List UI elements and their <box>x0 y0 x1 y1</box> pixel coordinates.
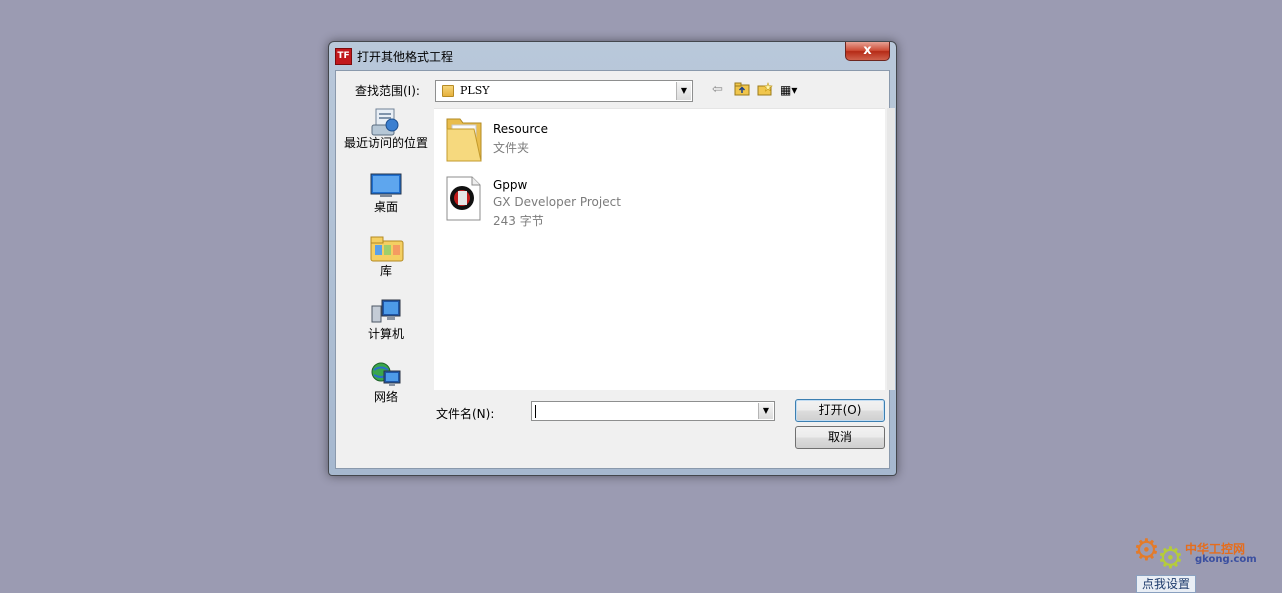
place-computer[interactable]: 计算机 <box>344 298 428 340</box>
close-button[interactable]: x <box>845 42 890 61</box>
filename-label: 文件名(N): <box>436 407 495 421</box>
title-bar[interactable]: TF 打开其他格式工程 x <box>329 42 896 70</box>
text-caret <box>535 405 536 418</box>
file-size: 243 字节 <box>493 214 544 228</box>
look-in-label: 查找范围(I): <box>355 84 420 98</box>
place-network[interactable]: 网络 <box>344 361 428 403</box>
place-libraries[interactable]: 库 <box>344 235 428 277</box>
place-recent[interactable]: 最近访问的位置 <box>344 107 428 149</box>
watermark-domain: gkong.com <box>1195 554 1257 565</box>
folder-icon <box>444 115 488 165</box>
chevron-down-icon[interactable]: ▼ <box>758 403 773 419</box>
look-in-combo[interactable]: PLSY ▼ <box>435 80 693 102</box>
chevron-down-icon[interactable]: ▼ <box>676 82 691 100</box>
watermark-logo: ⚙ ⚙ 中华工控网 gkong.com <box>1127 532 1272 576</box>
cancel-button[interactable]: 取消 <box>795 426 885 449</box>
new-folder-icon[interactable] <box>757 82 773 101</box>
list-item[interactable]: Resource 文件夹 <box>444 115 744 169</box>
scrollbar[interactable] <box>887 108 895 390</box>
gear-icon: ⚙ <box>1133 533 1160 568</box>
place-label: 网络 <box>373 390 398 404</box>
file-type: GX Developer Project <box>493 195 621 209</box>
place-label: 最近访问的位置 <box>344 136 429 150</box>
filename-field[interactable]: ▼ <box>531 401 775 421</box>
place-label: 计算机 <box>367 327 404 341</box>
gx-project-icon <box>444 171 488 221</box>
place-label: 库 <box>379 264 392 278</box>
open-dialog: TF 打开其他格式工程 x 查找范围(I): PLSY ▼ ⇦ ▦▾ 最近访问的… <box>328 41 897 476</box>
place-desktop[interactable]: 桌面 <box>344 171 428 213</box>
settings-tip[interactable]: 点我设置 <box>1136 575 1196 593</box>
recent-places-icon <box>370 107 402 136</box>
file-type: 文件夹 <box>493 141 530 155</box>
app-icon: TF <box>335 48 352 65</box>
desktop-icon <box>370 171 402 199</box>
computer-icon <box>370 298 402 326</box>
file-name: Resource <box>493 122 549 136</box>
place-label: 桌面 <box>373 200 398 214</box>
up-folder-icon[interactable] <box>734 82 750 101</box>
file-list[interactable]: Resource 文件夹 Gppw GX Developer Project 2… <box>434 108 885 390</box>
dialog-client: 查找范围(I): PLSY ▼ ⇦ ▦▾ 最近访问的位置 桌面 库 计算机 网络… <box>335 70 895 469</box>
folder-icon <box>442 85 454 97</box>
look-in-value: PLSY <box>460 84 490 97</box>
gear-icon: ⚙ <box>1157 541 1184 576</box>
libraries-icon <box>370 235 404 263</box>
open-button[interactable]: 打开(O) <box>795 399 885 422</box>
file-name: Gppw <box>493 178 528 192</box>
back-arrow-icon[interactable]: ⇦ <box>712 82 723 98</box>
window-title: 打开其他格式工程 <box>357 50 454 64</box>
list-item[interactable]: Gppw GX Developer Project 243 字节 <box>444 171 744 228</box>
views-menu-icon[interactable]: ▦▾ <box>780 82 797 98</box>
network-icon <box>370 361 402 389</box>
